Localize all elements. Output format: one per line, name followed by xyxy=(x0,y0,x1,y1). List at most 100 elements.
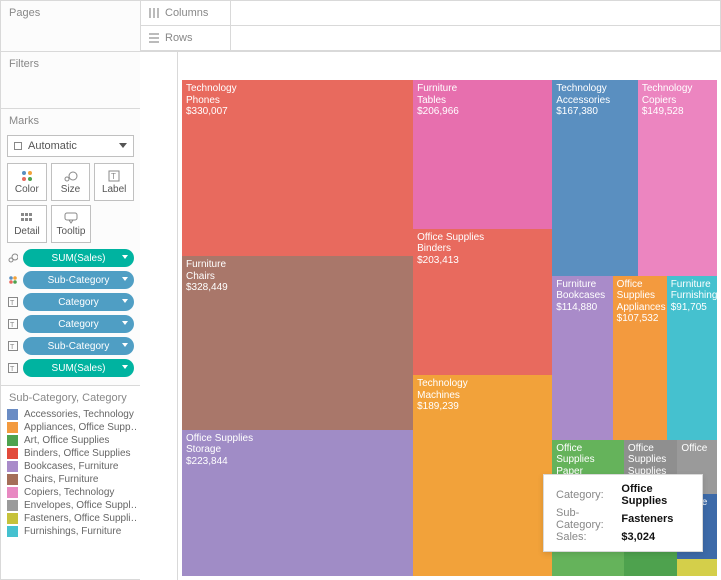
treemap-tile[interactable]: TechnologyAccessories$167,380 xyxy=(552,80,638,276)
marks-tooltip-label: Tooltip xyxy=(57,226,86,237)
mark-type-label: Automatic xyxy=(28,140,77,152)
pill-sum-sales-[interactable]: SUM(Sales) xyxy=(23,249,134,267)
marks-label-label: Label xyxy=(102,184,126,195)
marks-detail-button[interactable]: Detail xyxy=(7,205,47,243)
tile-value: $114,880 xyxy=(556,302,608,314)
filters-shelf-title: Filters xyxy=(1,52,140,76)
pill-category[interactable]: Category xyxy=(23,315,134,333)
treemap-tile[interactable]: TechnologyPhones$330,007 xyxy=(182,80,413,256)
legend-swatch xyxy=(7,461,18,472)
tile-category: Office Supplies xyxy=(417,232,548,244)
legend-item[interactable]: Art, Office Supplies xyxy=(7,434,136,447)
columns-shelf[interactable]: Columns xyxy=(140,0,721,26)
tooltip-sales-label: Sales: xyxy=(554,531,619,543)
legend-item-label: Art, Office Supplies xyxy=(24,435,109,446)
pill-sum-sales-[interactable]: SUM(Sales) xyxy=(23,359,134,377)
tile-subcategory: Storage xyxy=(186,444,409,456)
tile-category: Office Supplies xyxy=(556,443,620,466)
legend-item[interactable]: Fasteners, Office Suppli… xyxy=(7,512,136,525)
svg-text:T: T xyxy=(10,322,15,329)
tile-value: $189,239 xyxy=(417,401,548,413)
legend-swatch xyxy=(7,448,18,459)
legend-item-label: Fasteners, Office Suppli… xyxy=(24,513,136,524)
marks-tooltip-button[interactable]: Tooltip xyxy=(51,205,91,243)
tooltip-subcategory-value: Fasteners xyxy=(619,507,692,531)
mark-type-dropdown[interactable]: Automatic xyxy=(7,135,134,157)
legend-swatch xyxy=(7,422,18,433)
legend-item[interactable]: Envelopes, Office Suppl… xyxy=(7,499,136,512)
pill-category[interactable]: Category xyxy=(23,293,134,311)
pill-label: Category xyxy=(58,319,99,330)
marks-color-label: Color xyxy=(15,184,39,195)
tile-category: Office Supplies xyxy=(628,443,674,466)
tile-category: Technology xyxy=(186,83,409,95)
legend-item[interactable]: Appliances, Office Supp… xyxy=(7,421,136,434)
tooltip-category-label: Category: xyxy=(554,483,619,507)
marks-card-title: Marks xyxy=(1,109,140,133)
marks-color-button[interactable]: Color xyxy=(7,163,47,201)
legend-item-label: Binders, Office Supplies xyxy=(24,448,131,459)
chevron-down-icon xyxy=(122,277,128,281)
label-icon: T xyxy=(7,340,19,352)
svg-text:T: T xyxy=(10,366,15,373)
treemap-tile[interactable] xyxy=(677,559,717,576)
filters-shelf[interactable]: Filters xyxy=(0,51,141,109)
marks-size-button[interactable]: Size xyxy=(51,163,91,201)
legend-item[interactable]: Chairs, Furniture xyxy=(7,473,136,486)
tile-subcategory: Phones xyxy=(186,95,409,107)
treemap-tile[interactable]: Office SuppliesStorage$223,844 xyxy=(182,430,413,576)
pill-label: Category xyxy=(58,297,99,308)
legend-swatch xyxy=(7,474,18,485)
tile-value: $149,528 xyxy=(642,106,713,118)
svg-text:T: T xyxy=(10,344,15,351)
pages-shelf[interactable]: Pages xyxy=(0,0,141,52)
tile-category: Furniture xyxy=(417,83,548,95)
treemap-tile[interactable]: Office SuppliesBinders$203,413 xyxy=(413,229,552,375)
rows-shelf[interactable]: Rows xyxy=(140,25,721,51)
columns-shelf-label: Columns xyxy=(165,7,208,19)
viz-gutter xyxy=(140,52,178,580)
tile-subcategory: Appliances xyxy=(617,302,663,314)
legend-item-label: Chairs, Furniture xyxy=(24,474,98,485)
legend-item[interactable]: Accessories, Technology xyxy=(7,408,136,421)
legend-item[interactable]: Furnishings, Furniture xyxy=(7,525,136,538)
tooltip-category-value: Office Supplies xyxy=(619,483,692,507)
tile-subcategory: Binders xyxy=(417,243,548,255)
treemap-tile[interactable]: TechnologyMachines$189,239 xyxy=(413,375,552,576)
color-legend-title: Sub-Category, Category xyxy=(1,386,140,408)
treemap-tile[interactable]: Office SuppliesAppliances$107,532 xyxy=(613,276,667,440)
chevron-down-icon xyxy=(122,255,128,259)
treemap-tile[interactable]: TechnologyCopiers$149,528 xyxy=(638,80,717,276)
legend-item[interactable]: Bookcases, Furniture xyxy=(7,460,136,473)
svg-text:T: T xyxy=(10,300,15,307)
tile-category: Technology xyxy=(417,378,548,390)
tile-category: Office Supplies xyxy=(186,433,409,445)
tile-value: $107,532 xyxy=(617,313,663,325)
pages-shelf-title: Pages xyxy=(1,1,140,25)
legend-item[interactable]: Copiers, Technology xyxy=(7,486,136,499)
color-legend-list[interactable]: Accessories, TechnologyAppliances, Offic… xyxy=(1,408,140,579)
tile-value: $223,844 xyxy=(186,456,409,468)
pill-sub-category[interactable]: Sub-Category xyxy=(23,271,134,289)
pill-sub-category[interactable]: Sub-Category xyxy=(23,337,134,355)
legend-swatch xyxy=(7,513,18,524)
tile-category: Technology xyxy=(642,83,713,95)
color-legend: Sub-Category, Category Accessories, Tech… xyxy=(0,385,141,580)
legend-swatch xyxy=(7,500,18,511)
rows-icon xyxy=(149,33,159,43)
tile-value: $167,380 xyxy=(556,106,634,118)
pill-label: Sub-Category xyxy=(48,275,110,286)
legend-item-label: Envelopes, Office Suppl… xyxy=(24,500,136,511)
treemap-tile[interactable]: FurnitureTables$206,966 xyxy=(413,80,552,229)
treemap-tile[interactable]: FurnitureBookcases$114,880 xyxy=(552,276,612,440)
treemap-tile[interactable]: FurnitureChairs$328,449 xyxy=(182,256,413,430)
legend-item-label: Accessories, Technology xyxy=(24,409,134,420)
legend-item[interactable]: Binders, Office Supplies xyxy=(7,447,136,460)
tile-category: Furniture xyxy=(671,279,713,291)
marks-label-button[interactable]: T Label xyxy=(94,163,134,201)
legend-item-label: Copiers, Technology xyxy=(24,487,114,498)
tile-category: Furniture xyxy=(556,279,608,291)
treemap-tile[interactable]: FurnitureFurnishings$91,705 xyxy=(667,276,717,440)
tile-value: $206,966 xyxy=(417,106,548,118)
color-icon xyxy=(7,274,19,286)
